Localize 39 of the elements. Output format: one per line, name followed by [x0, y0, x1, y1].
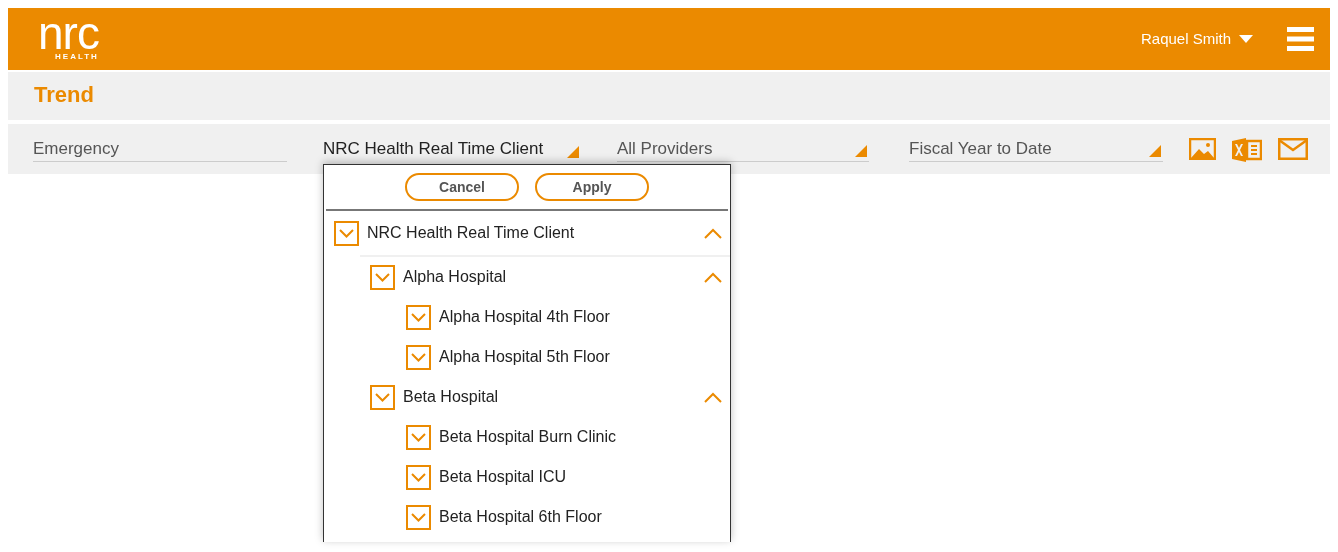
checkbox[interactable] [370, 264, 395, 290]
check-icon [411, 312, 426, 322]
mail-icon[interactable] [1278, 138, 1308, 160]
tree-item-label[interactable]: NRC Health Real Time Client [367, 221, 704, 245]
check-icon [339, 228, 354, 238]
check-icon [411, 352, 426, 362]
tree-item-label[interactable]: Beta Hospital 6th Floor [439, 505, 722, 529]
dropdown-arrow-icon [855, 145, 867, 157]
action-button[interactable]: Cancel [405, 173, 519, 201]
checkbox[interactable] [370, 384, 395, 410]
checkbox[interactable] [406, 344, 431, 370]
action-button[interactable]: Apply [535, 173, 649, 201]
checkbox[interactable] [334, 220, 359, 246]
filter-dropdown[interactable]: NRC Health Real Time Client [323, 136, 581, 162]
checkbox[interactable] [406, 304, 431, 330]
filter-dropdown[interactable]: Fiscal Year to Date [909, 136, 1163, 162]
dropdown-arrow-icon [567, 146, 579, 158]
image-icon[interactable] [1189, 138, 1216, 160]
caret-icon [1239, 35, 1253, 43]
checkbox[interactable] [406, 464, 431, 490]
check-icon [375, 272, 390, 282]
tree-item-label[interactable]: Beta Hospital Burn Clinic [439, 425, 722, 449]
check-icon [411, 432, 426, 442]
tree-item-label[interactable]: Alpha Hospital 5th Floor [439, 345, 722, 369]
tree-item-label[interactable]: Beta Hospital ICU [439, 465, 722, 489]
checkbox[interactable] [406, 424, 431, 450]
checkbox[interactable] [406, 504, 431, 530]
tree-item-label[interactable]: Alpha Hospital 4th Floor [439, 305, 722, 329]
page-title: Trend [34, 84, 95, 106]
menu-icon[interactable] [1287, 27, 1314, 51]
check-icon [411, 472, 426, 482]
tree-item-label[interactable]: Alpha Hospital [403, 265, 704, 289]
spreadsheet-icon[interactable] [1232, 138, 1262, 162]
filter-field[interactable]: Emergency [33, 136, 287, 162]
check-icon [411, 512, 426, 522]
filter-dropdown[interactable]: All Providers [617, 136, 869, 162]
dropdown-arrow-icon [1149, 145, 1161, 157]
tree-item-label[interactable]: Beta Hospital [403, 385, 704, 409]
check-icon [375, 392, 390, 402]
